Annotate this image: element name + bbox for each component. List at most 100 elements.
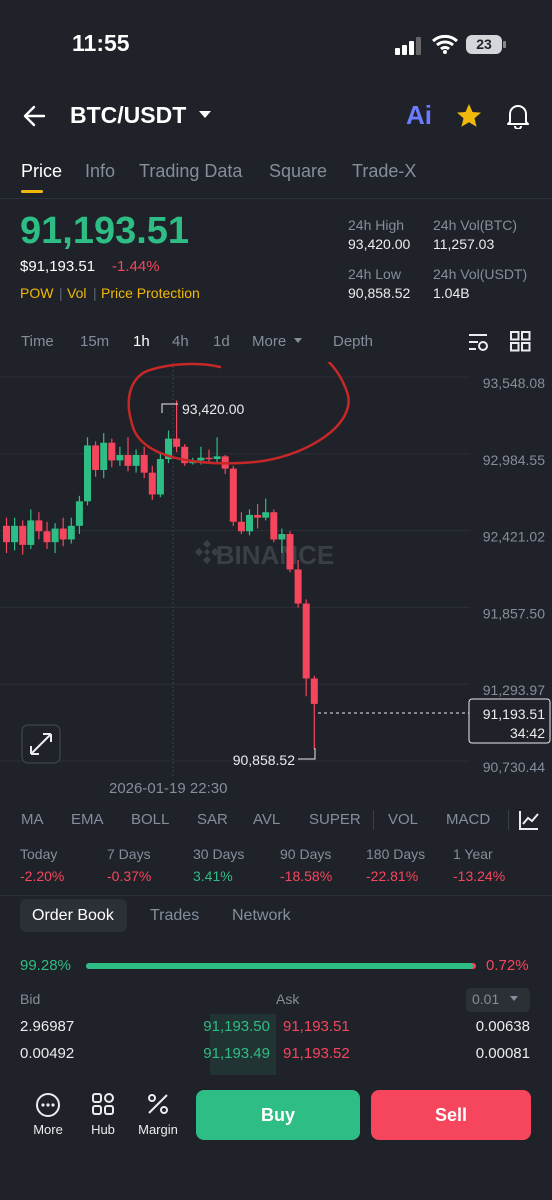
candle-body — [270, 512, 278, 540]
timeframe-1d[interactable]: 1d — [213, 333, 230, 350]
more-dots-icon — [36, 1093, 60, 1117]
timeframe-1h[interactable]: 1h — [133, 333, 150, 350]
tab-square[interactable]: Square — [269, 161, 327, 182]
tab-trades[interactable]: Trades — [150, 907, 199, 925]
perf-value-30d: 3.41% — [193, 868, 233, 884]
candlestick-chart[interactable]: BINANCE 93,548.08 92,984.55 92,421.02 91,85… — [0, 362, 552, 776]
bid-qty: 0.00492 — [20, 1045, 75, 1062]
tab-info[interactable]: Info — [85, 161, 115, 182]
stat-low-value: 90,858.52 — [348, 285, 411, 301]
tag-separator: | — [59, 285, 63, 301]
candle-body — [310, 678, 318, 704]
candle-body — [11, 525, 19, 543]
ask-price: 91,193.51 — [283, 1018, 350, 1035]
battery-tip — [503, 41, 506, 48]
bid-price: 91,193.50 — [203, 1018, 270, 1035]
current-price-label: 91,193.51 — [483, 706, 545, 722]
stat-low-label: 24h Low — [348, 266, 401, 282]
hub-icon — [92, 1093, 114, 1115]
indicator-macd[interactable]: MACD — [446, 811, 490, 828]
candle-body — [132, 454, 140, 466]
y-tick-label: 91,293.97 — [483, 682, 545, 698]
bid-ratio-fill — [86, 963, 474, 969]
candle-body — [27, 520, 35, 545]
candle-body — [197, 457, 205, 461]
orderbook-row[interactable]: 0.00492 91,193.49 91,193.52 0.00081 — [0, 1041, 552, 1067]
usd-price: $91,193.51 — [20, 258, 96, 275]
indicator-vol[interactable]: VOL — [388, 811, 418, 828]
indicator-boll[interactable]: BOLL — [131, 811, 169, 828]
pair-label: BTC/USDT — [70, 102, 187, 128]
candle-body — [108, 442, 116, 461]
tab-trade-x[interactable]: Trade-X — [352, 161, 416, 182]
y-tick-label: 93,548.08 — [483, 375, 545, 391]
candle-body — [254, 514, 262, 518]
back-arrow-icon[interactable] — [22, 103, 48, 129]
bell-icon[interactable] — [505, 102, 531, 129]
last-price: 91,193.51 — [20, 210, 190, 252]
y-tick-label: 90,730.44 — [483, 759, 545, 775]
perf-value-90d: -18.58% — [280, 868, 333, 884]
margin-label: Margin — [138, 1122, 178, 1137]
candle-body — [84, 445, 91, 502]
battery-indicator: 23 — [466, 35, 502, 54]
cellular-signal-icon — [395, 37, 421, 55]
tag-price-protection[interactable]: Price Protection — [101, 285, 200, 301]
ask-price: 91,193.52 — [283, 1045, 350, 1062]
candle-body — [278, 534, 286, 540]
more-label: More — [33, 1122, 63, 1137]
indicator-sar[interactable]: SAR — [197, 811, 228, 828]
timeframe-4h[interactable]: 4h — [172, 333, 189, 350]
bid-qty: 2.96987 — [20, 1018, 75, 1035]
depth-tab[interactable]: Depth — [333, 333, 373, 350]
status-time: 11:55 — [72, 30, 130, 56]
indicator-divider — [508, 810, 509, 830]
ask-column-header: Ask — [276, 991, 300, 1007]
pair-selector[interactable]: BTC/USDT — [70, 102, 213, 129]
candle-body — [59, 528, 67, 540]
tab-order-book[interactable]: Order Book — [32, 907, 114, 925]
candle-body — [19, 525, 27, 545]
tag-vol[interactable]: Vol — [67, 285, 86, 301]
precision-select[interactable]: 0.01 — [466, 988, 530, 1012]
grid-layout-icon[interactable] — [510, 331, 531, 352]
chart-settings-icon[interactable] — [467, 331, 489, 353]
timeframe-more-label: More — [252, 333, 287, 350]
indicator-avl[interactable]: AVL — [253, 811, 280, 828]
orderbook-row[interactable]: 2.96987 91,193.50 91,193.51 0.00638 — [0, 1014, 552, 1040]
perf-value-1y: -13.24% — [453, 868, 506, 884]
timeframe-more[interactable]: More — [252, 333, 303, 350]
candle-body — [67, 525, 75, 540]
candle-body — [286, 534, 294, 570]
candle-body — [237, 521, 245, 532]
favorite-star-icon[interactable] — [456, 103, 482, 128]
indicator-settings-icon[interactable] — [518, 809, 540, 831]
candle-body — [229, 468, 237, 522]
tab-trading-data[interactable]: Trading Data — [139, 161, 242, 182]
sell-button[interactable]: Sell — [371, 1090, 531, 1140]
crosshair-time: 2026-01-19 22:30 — [109, 780, 228, 797]
candle-body — [43, 531, 51, 543]
candle-body — [213, 456, 221, 460]
stat-high-label: 24h High — [348, 217, 405, 233]
ai-icon[interactable]: Ai — [406, 100, 432, 131]
tab-network[interactable]: Network — [232, 907, 291, 925]
y-tick-label: 92,984.55 — [483, 452, 545, 468]
indicator-ma[interactable]: MA — [21, 811, 44, 828]
tab-price[interactable]: Price — [21, 161, 62, 182]
active-tab-indicator — [21, 190, 43, 193]
indicator-ema[interactable]: EMA — [71, 811, 104, 828]
tag-pow[interactable]: POW — [20, 285, 53, 301]
indicator-super[interactable]: SUPER — [309, 811, 361, 828]
bid-ratio-percent: 99.28% — [20, 957, 71, 974]
timeframe-time[interactable]: Time — [21, 333, 54, 350]
candle-body — [3, 525, 10, 543]
perf-label-30d: 30 Days — [193, 846, 245, 862]
precision-value: 0.01 — [472, 991, 500, 1007]
timeframe-15m[interactable]: 15m — [80, 333, 109, 350]
candle-body — [100, 442, 108, 470]
buy-button[interactable]: Buy — [196, 1090, 360, 1140]
candle-body — [205, 457, 213, 460]
perf-label-90d: 90 Days — [280, 846, 332, 862]
candle-body — [148, 472, 156, 495]
